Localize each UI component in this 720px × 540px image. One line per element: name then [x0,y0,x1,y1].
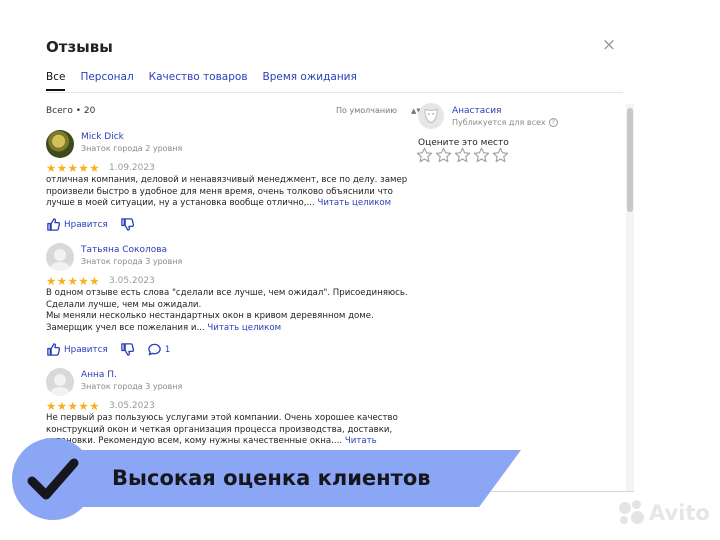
publish-note: Публикуется для всех ? [452,118,558,127]
user-avatar[interactable] [418,103,444,129]
review-date: 3.05.2023 [109,401,155,411]
read-more-link[interactable]: Читать целиком [207,323,281,333]
comments-count: 1 [164,344,171,355]
close-icon[interactable]: × [600,36,618,54]
review-actions: Нравится [46,217,147,232]
avito-logo-icon [617,499,645,527]
page-title: Отзывы [46,38,113,56]
rate-stars [416,147,509,164]
review-text: В одном отзыве есть слова "сделали все л… [46,288,411,334]
review-text-line: В одном отзыве есть слова "сделали все л… [46,288,408,298]
publish-note-text: Публикуется для всех [452,118,546,127]
checkmark-icon [27,458,79,500]
review-author[interactable]: Mick Dick [81,132,124,142]
review-text: отличная компания, деловой и ненавязчивы… [46,175,411,210]
tab-waiting-time[interactable]: Время ожидания [263,71,357,91]
review-author[interactable]: Татьяна Соколова [81,245,167,255]
reviews-total: Всего • 20 [46,106,96,116]
avatar[interactable] [46,130,74,158]
sort-label: По умолчанию [336,106,398,115]
rate-star-1[interactable] [416,147,433,164]
review-item: Mick Dick Знаток города 2 уровня ★★★★★ 1… [46,130,407,240]
watermark-text: Avito [649,501,710,525]
review-author-level: Знаток города 2 уровня [81,144,183,153]
tab-all[interactable]: Все [46,71,66,91]
like-button[interactable]: Нравится [46,342,108,357]
tabs-divider [46,92,623,93]
like-label: Нравится [64,219,108,230]
rate-star-2[interactable] [435,147,452,164]
thumbs-down-icon [120,218,134,231]
thumbs-down-icon [120,343,134,356]
review-date: 1.09.2023 [109,163,155,173]
review-tabs: Все Персонал Качество товаров Время ожид… [46,71,357,91]
comment-icon [147,343,161,356]
thumbs-up-icon [47,218,61,231]
like-button[interactable]: Нравится [46,217,108,232]
review-actions: Нравится 1 [46,342,182,357]
review-date: 3.05.2023 [109,276,155,286]
tab-product-quality[interactable]: Качество товаров [149,71,248,91]
promo-banner-text: Высокая оценка клиентов [112,466,431,490]
comments-button[interactable]: 1 [147,342,171,357]
scrollbar-thumb[interactable] [627,108,633,212]
checkmark-badge [12,438,94,520]
rate-star-3[interactable] [454,147,471,164]
read-more-link[interactable]: Читать целиком [317,198,391,208]
rate-star-4[interactable] [473,147,490,164]
sort-dropdown[interactable]: По умолчанию ▲▼ [336,106,422,115]
review-text-line: Мы меняли несколько нестандартных окон в… [46,311,374,322]
dislike-button[interactable] [120,342,135,357]
review-author-level: Знаток города 3 уровня [81,257,183,266]
review-item: Анна П. Знаток города 3 уровня ★★★★★ 3.0… [46,368,406,458]
review-text-line: Сделали лучше, чем мы ожидали. [46,299,202,310]
review-stars: ★★★★★ [46,161,101,175]
dislike-button[interactable] [120,217,135,232]
like-label: Нравится [64,344,108,355]
avatar[interactable] [46,243,74,271]
watermark: Avito [617,499,710,527]
review-stars: ★★★★★ [46,274,101,288]
review-author-level: Знаток города 3 уровня [81,382,183,391]
avatar[interactable] [46,368,74,396]
review-stars: ★★★★★ [46,399,101,413]
review-item: Татьяна Соколова Знаток города 3 уровня … [46,243,408,363]
reviews-page: Отзывы × Все Персонал Качество товаров В… [0,0,720,540]
rate-star-5[interactable] [492,147,509,164]
tab-staff[interactable]: Персонал [80,71,133,91]
review-author[interactable]: Анна П. [81,370,117,380]
current-user-name[interactable]: Анастасия [452,106,501,116]
user-mask-icon [424,108,438,124]
review-text-line: Замерщик учел все пожелания и... [46,322,208,333]
review-text-line-last: Замерщик учел все пожелания и... Читать … [46,323,411,335]
thumbs-up-icon [47,343,61,356]
help-icon[interactable]: ? [548,118,558,127]
